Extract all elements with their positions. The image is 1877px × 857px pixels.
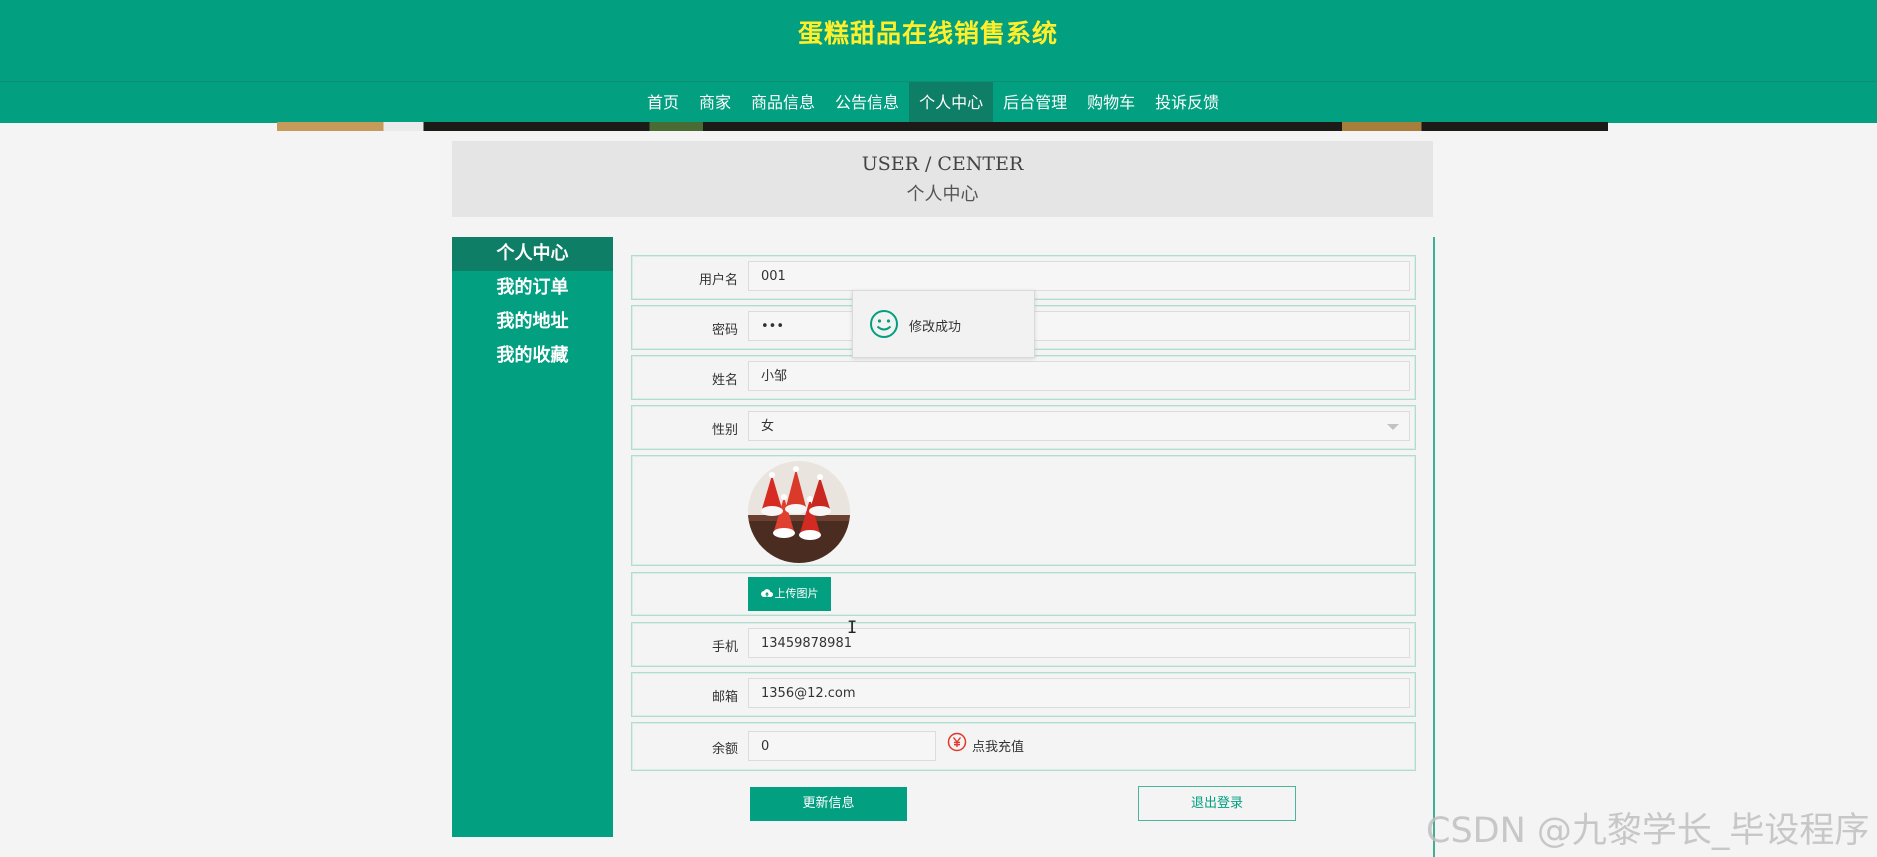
form-row-avatar [631, 455, 1416, 566]
nav-item-products[interactable]: 商品信息 [741, 82, 825, 123]
sidebar-item-my-favorites[interactable]: 我的收藏 [452, 339, 613, 373]
balance-label: 余额 [711, 742, 738, 757]
smiley-icon [870, 310, 898, 338]
user-center-title-en: USER / CENTER [861, 153, 1024, 175]
watermark: CSDN @九黎学长_毕设程序 [1426, 811, 1870, 851]
name-label: 姓名 [711, 373, 738, 388]
chevron-down-icon [1387, 424, 1399, 430]
form-row-name: 姓名 小邹 [631, 355, 1416, 400]
nav-item-home[interactable]: 首页 [637, 82, 689, 123]
name-input[interactable]: 小邹 [748, 361, 1410, 391]
gender-select-value: 女 [761, 419, 775, 434]
sidebar-item-my-orders[interactable]: 我的订单 [452, 271, 613, 305]
form-row-upload: 上传图片 [631, 572, 1416, 616]
nav-item-merchants[interactable]: 商家 [689, 82, 741, 123]
upload-image-label: 上传图片 [774, 587, 819, 600]
password-label: 密码 [711, 323, 738, 338]
email-input[interactable]: 1356@12.com [748, 678, 1410, 708]
form-row-phone: 手机 13459878981 [631, 622, 1416, 667]
recharge-link[interactable]: 点我充值 [972, 736, 1024, 755]
nav-list: 首页 商家 商品信息 公告信息 个人中心 后台管理 购物车 投诉反馈 [637, 82, 1229, 123]
form-row-gender: 性别 女 [631, 405, 1416, 450]
success-toast: 修改成功 [852, 290, 1035, 358]
form-row-balance: 余额 0 点我充值 [631, 722, 1416, 771]
cloud-upload-icon [760, 589, 773, 597]
sidebar-item-my-addresses[interactable]: 我的地址 [452, 305, 613, 339]
top-header: 蛋糕甜品在线销售系统 [0, 0, 1877, 81]
balance-input[interactable]: 0 [748, 731, 936, 761]
content-right-border [1433, 237, 1435, 857]
nav-item-cart[interactable]: 购物车 [1077, 82, 1145, 123]
gender-select[interactable]: 女 [748, 411, 1410, 441]
banner-image-strip [277, 122, 1608, 131]
avatar-cake-image [748, 461, 850, 563]
toast-message: 修改成功 [909, 320, 962, 335]
sidebar: 个人中心 我的订单 我的地址 我的收藏 [452, 237, 613, 837]
yen-icon [947, 732, 967, 752]
nav-item-user-center[interactable]: 个人中心 [909, 82, 994, 123]
email-label: 邮箱 [711, 690, 738, 705]
nav-item-feedback[interactable]: 投诉反馈 [1145, 82, 1229, 123]
user-center-header: USER / CENTER 个人中心 [452, 141, 1433, 217]
username-label: 用户名 [698, 273, 738, 288]
upload-image-button[interactable]: 上传图片 [748, 577, 831, 611]
username-input[interactable]: 001 [748, 261, 1410, 291]
main-nav: 首页 商家 商品信息 公告信息 个人中心 后台管理 购物车 投诉反馈 [0, 81, 1877, 123]
password-input[interactable]: ••• [748, 311, 1410, 341]
site-title: 蛋糕甜品在线销售系统 [797, 19, 1058, 48]
sidebar-item-user-center[interactable]: 个人中心 [452, 237, 613, 271]
nav-item-announcements[interactable]: 公告信息 [825, 82, 909, 123]
text-cursor-icon: I [847, 618, 858, 638]
nav-item-admin[interactable]: 后台管理 [993, 82, 1077, 123]
avatar [748, 461, 850, 563]
logout-button[interactable]: 退出登录 [1138, 786, 1296, 821]
gender-label: 性别 [711, 423, 738, 438]
form-row-email: 邮箱 1356@12.com [631, 672, 1416, 717]
phone-label: 手机 [711, 640, 738, 655]
update-info-button[interactable]: 更新信息 [750, 787, 907, 821]
user-center-title-zh: 个人中心 [906, 184, 979, 205]
